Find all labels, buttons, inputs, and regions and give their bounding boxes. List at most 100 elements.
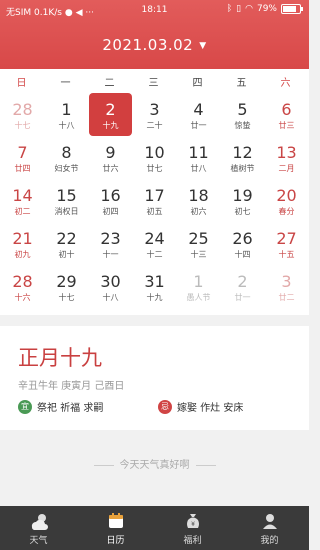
lunar-label: 十一 (102, 250, 119, 259)
calendar-day[interactable]: 29 十七 (45, 265, 88, 308)
yi-text: 祭祀 祈福 求嗣 (37, 403, 104, 414)
lunar-label: 十三 (190, 250, 207, 259)
lunar-label: 植树节 (230, 164, 255, 173)
lunar-label: 妇女节 (54, 164, 79, 173)
day-number: 22 (56, 229, 77, 248)
calendar-day[interactable]: 23 十一 (89, 222, 132, 265)
tab-welfare-label: 福利 (183, 536, 202, 546)
lunar-label: 十七 (14, 121, 31, 130)
day-number: 19 (232, 186, 253, 205)
tab-calendar[interactable]: 日历 (77, 506, 154, 550)
yi-item: 宜祭祀 祈福 求嗣 (18, 399, 103, 414)
day-number: 27 (276, 229, 297, 248)
calendar-day[interactable]: 19 初七 (221, 179, 264, 222)
lunar-label: 廿七 (146, 164, 163, 173)
calendar-day[interactable]: 15 消权日 (45, 179, 88, 222)
tab-welfare[interactable]: ¥ 福利 (154, 506, 231, 550)
calendar-day[interactable]: 18 初六 (177, 179, 220, 222)
lunar-label: 十九 (146, 293, 163, 302)
lunar-label: 十八 (102, 293, 119, 302)
money-bag-icon: ¥ (186, 514, 199, 528)
motto-text: 今天天气真好啊 (119, 460, 190, 471)
day-detail-panel: 正月十九 辛丑牛年 庚寅月 己酉日 宜祭祀 祈福 求嗣 忌嫁娶 作灶 安床 (0, 326, 309, 430)
calendar-day[interactable]: 9 廿六 (89, 136, 132, 179)
day-number: 28 (12, 100, 33, 119)
calendar-day[interactable]: 3 廿二 (265, 265, 308, 308)
tab-mine-label: 我的 (260, 536, 279, 546)
calendar-day[interactable]: 4 廿一 (177, 93, 220, 136)
lunar-label: 愚人节 (186, 293, 211, 302)
day-number: 25 (188, 229, 209, 248)
calendar-day[interactable]: 1 愚人节 (177, 265, 220, 308)
calendar-day[interactable]: 31 十九 (133, 265, 176, 308)
day-number: 23 (100, 229, 121, 248)
lunar-label: 十二 (146, 250, 163, 259)
date-picker[interactable]: 2021.03.02 ▼ (0, 36, 309, 54)
lunar-label: 廿八 (190, 164, 207, 173)
calendar-day[interactable]: 6 廿三 (265, 93, 308, 136)
calendar-day[interactable]: 17 初五 (133, 179, 176, 222)
tab-weather[interactable]: 天气 (0, 506, 77, 550)
tab-mine[interactable]: 我的 (231, 506, 308, 550)
weekday-label: 三 (148, 78, 159, 89)
day-number: 2 (237, 272, 248, 291)
calendar-day[interactable]: 3 二十 (133, 93, 176, 136)
lunar-label: 廿二 (278, 293, 295, 302)
calendar-day[interactable]: 7 廿四 (1, 136, 44, 179)
day-number: 11 (188, 143, 209, 162)
vibrate-icon: ▯ (236, 4, 242, 14)
calendar-day[interactable]: 21 初九 (1, 222, 44, 265)
weekday-label: 日 (16, 78, 27, 89)
bottom-tab-bar: 天气 日历 ¥ 福利 我的 (0, 506, 309, 550)
weekday-header: 日一二三四五六 (0, 69, 309, 91)
calendar-day[interactable]: 30 十八 (89, 265, 132, 308)
calendar-day[interactable]: 24 十二 (133, 222, 176, 265)
weekday-label: 六 (280, 78, 291, 89)
calendar-day[interactable]: 22 初十 (45, 222, 88, 265)
lunar-label: 二十 (146, 121, 163, 130)
calendar-day[interactable]: 10 廿七 (133, 136, 176, 179)
svg-text:¥: ¥ (191, 521, 195, 528)
calendar-day[interactable]: 8 妇女节 (45, 136, 88, 179)
day-number: 8 (61, 143, 72, 162)
calendar-day[interactable]: 12 植树节 (221, 136, 264, 179)
divider-left (93, 464, 114, 466)
weather-icon (31, 514, 48, 530)
yi-badge: 宜 (18, 399, 32, 414)
calendar-day[interactable]: 16 初四 (89, 179, 132, 222)
calendar-day-selected[interactable]: 2 十九 (89, 93, 132, 136)
day-number: 28 (12, 272, 33, 291)
lunar-label: 十五 (278, 250, 295, 259)
tab-calendar-label: 日历 (106, 536, 125, 546)
calendar-day[interactable]: 2 廿一 (221, 265, 264, 308)
day-number: 7 (17, 143, 28, 162)
calendar-day[interactable]: 1 十八 (45, 93, 88, 136)
calendar-day[interactable]: 28 十六 (1, 265, 44, 308)
lunar-label: 初二 (14, 207, 31, 216)
bluetooth-icon: ᛒ (226, 4, 233, 14)
calendar-day[interactable]: 26 十四 (221, 222, 264, 265)
lunar-label: 二月 (278, 164, 295, 173)
calendar-day[interactable]: 5 惊蛰 (221, 93, 264, 136)
day-number: 15 (56, 186, 77, 205)
lunar-label: 十九 (102, 121, 119, 130)
day-number: 16 (100, 186, 121, 205)
lunar-label: 十七 (58, 293, 75, 302)
calendar-day[interactable]: 28 十七 (1, 93, 44, 136)
day-number: 21 (12, 229, 33, 248)
calendar-day[interactable]: 20 春分 (265, 179, 308, 222)
day-number: 13 (276, 143, 297, 162)
calendar-day[interactable]: 27 十五 (265, 222, 308, 265)
ji-item: 忌嫁娶 作灶 安床 (158, 399, 243, 414)
calendar-day[interactable]: 25 十三 (177, 222, 220, 265)
lunar-label: 廿一 (190, 121, 207, 130)
yi-ji-row: 宜祭祀 祈福 求嗣 忌嫁娶 作灶 安床 (18, 399, 308, 417)
lunar-label: 初六 (190, 207, 207, 216)
day-number: 9 (105, 143, 116, 162)
day-number: 5 (237, 100, 248, 119)
weekday-label: 五 (236, 78, 247, 89)
calendar-day[interactable]: 14 初二 (1, 179, 44, 222)
calendar-day[interactable]: 11 廿八 (177, 136, 220, 179)
weekday-label: 一 (60, 78, 71, 89)
calendar-day[interactable]: 13 二月 (265, 136, 308, 179)
